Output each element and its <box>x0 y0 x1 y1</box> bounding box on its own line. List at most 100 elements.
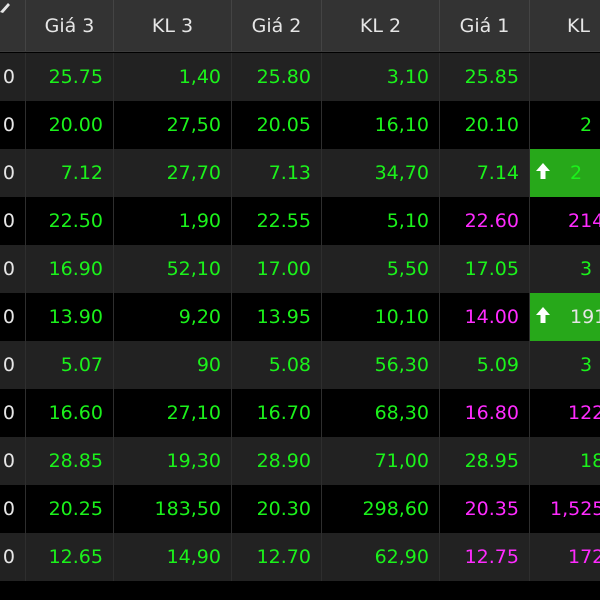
cell-kl2: 10,10 <box>322 293 440 341</box>
cell-kl2: 68,30 <box>322 389 440 437</box>
cell-prev-value: 0 <box>2 402 15 424</box>
column-header-prev <box>0 0 26 51</box>
cell-prev: 0 <box>0 485 26 533</box>
cell-kl1-value: 3 <box>580 354 593 376</box>
cell-gia3: 12.65 <box>26 533 114 581</box>
cell-kl1: 122 <box>530 389 600 437</box>
cell-gia2-value: 22.55 <box>256 210 311 232</box>
cell-gia2: 20.30 <box>232 485 322 533</box>
column-header-gia1[interactable]: Giá 1 <box>440 0 530 51</box>
cell-kl1-value: 191 <box>570 306 600 328</box>
column-header-gia2[interactable]: Giá 2 <box>232 0 322 51</box>
cell-gia1: 22.60 <box>440 197 530 245</box>
arrow-up-icon <box>534 161 554 183</box>
cell-gia3-value: 7.12 <box>60 162 103 184</box>
table-row[interactable]: 0 5.07 90 5.08 56,30 5.09 3 <box>0 341 600 389</box>
cell-gia3-value: 13.90 <box>48 306 103 328</box>
cell-kl3: 9,20 <box>114 293 232 341</box>
table-row[interactable]: 0 20.25 183,50 20.30 298,60 20.35 1,525 <box>0 485 600 533</box>
cell-kl2-value: 56,30 <box>374 354 429 376</box>
cell-gia3-value: 5.07 <box>60 354 103 376</box>
cell-gia2: 17.00 <box>232 245 322 293</box>
cell-gia3-value: 20.25 <box>48 498 103 520</box>
cell-prev: 0 <box>0 437 26 485</box>
cell-kl3: 52,10 <box>114 245 232 293</box>
cell-kl2: 62,90 <box>322 533 440 581</box>
table-row[interactable]: 0 20.00 27,50 20.05 16,10 20.10 2 <box>0 101 600 149</box>
cell-kl2: 34,70 <box>322 149 440 197</box>
cell-prev: 0 <box>0 293 26 341</box>
cell-kl2-value: 298,60 <box>362 498 429 520</box>
cell-prev: 0 <box>0 533 26 581</box>
cell-prev-value: 0 <box>2 450 15 472</box>
column-header-gia3[interactable]: Giá 3 <box>26 0 114 51</box>
cell-gia3: 7.12 <box>26 149 114 197</box>
cell-kl1-value: 3 <box>580 258 593 280</box>
cell-gia1-value: 25.85 <box>464 66 519 88</box>
table-row[interactable]: 0 22.50 1,90 22.55 5,10 22.60 214 <box>0 197 600 245</box>
cell-kl2: 71,00 <box>322 437 440 485</box>
cell-gia2: 22.55 <box>232 197 322 245</box>
cell-gia1: 7.14 <box>440 149 530 197</box>
cell-gia1-value: 5.09 <box>476 354 519 376</box>
cell-kl2-value: 68,30 <box>374 402 429 424</box>
cell-kl3: 183,50 <box>114 485 232 533</box>
cell-kl1-value: 1,525 <box>550 498 600 520</box>
table-row[interactable]: 0 7.12 27,70 7.13 34,70 7.14 2 <box>0 149 600 197</box>
cell-kl1-value: 2 <box>570 162 583 184</box>
cell-gia3: 16.60 <box>26 389 114 437</box>
cell-kl3-value: 1,40 <box>178 66 221 88</box>
cell-gia1-value: 14.00 <box>464 306 519 328</box>
cell-gia2-value: 25.80 <box>256 66 311 88</box>
cell-gia1-value: 20.10 <box>464 114 519 136</box>
cell-prev-value: 0 <box>2 546 15 568</box>
cell-kl3: 1,40 <box>114 53 232 101</box>
cell-kl2-value: 10,10 <box>374 306 429 328</box>
table-row[interactable]: 0 13.90 9,20 13.95 10,10 14.00 191 <box>0 293 600 341</box>
cell-gia2: 5.08 <box>232 341 322 389</box>
cell-gia1: 12.75 <box>440 533 530 581</box>
cell-gia3: 22.50 <box>26 197 114 245</box>
cell-kl2: 16,10 <box>322 101 440 149</box>
table-row[interactable]: 0 28.85 19,30 28.90 71,00 28.95 18 <box>0 437 600 485</box>
cell-kl3-value: 14,90 <box>166 546 221 568</box>
cell-kl1: 3 <box>530 245 600 293</box>
cell-kl1-value: 18 <box>580 450 600 472</box>
cell-prev: 0 <box>0 245 26 293</box>
cell-kl2-value: 3,10 <box>386 66 429 88</box>
table-row[interactable]: 0 12.65 14,90 12.70 62,90 12.75 172 <box>0 533 600 581</box>
cell-kl3: 27,70 <box>114 149 232 197</box>
cell-kl1: 2 <box>530 101 600 149</box>
cell-gia3: 5.07 <box>26 341 114 389</box>
cell-prev-value: 0 <box>2 354 15 376</box>
cell-gia3: 16.90 <box>26 245 114 293</box>
cell-gia3: 28.85 <box>26 437 114 485</box>
cell-kl3: 14,90 <box>114 533 232 581</box>
cell-kl1 <box>530 53 600 101</box>
cell-gia2: 20.05 <box>232 101 322 149</box>
cell-kl3: 1,90 <box>114 197 232 245</box>
table-row[interactable]: 0 25.75 1,40 25.80 3,10 25.85 <box>0 53 600 101</box>
cell-kl2-value: 16,10 <box>374 114 429 136</box>
cell-kl3-value: 27,10 <box>166 402 221 424</box>
cell-kl3: 90 <box>114 341 232 389</box>
cell-gia1: 25.85 <box>440 53 530 101</box>
cell-gia2-value: 20.05 <box>256 114 311 136</box>
cell-prev-value: 0 <box>2 114 15 136</box>
table-row[interactable]: 0 16.90 52,10 17.00 5,50 17.05 3 <box>0 245 600 293</box>
cell-prev-value: 0 <box>2 210 15 232</box>
cell-kl2: 3,10 <box>322 53 440 101</box>
cell-gia1-value: 7.14 <box>476 162 519 184</box>
column-header-kl3[interactable]: KL 3 <box>114 0 232 51</box>
cell-kl3: 19,30 <box>114 437 232 485</box>
cell-kl2-value: 5,50 <box>386 258 429 280</box>
cell-gia2-value: 12.70 <box>256 546 311 568</box>
cell-kl2: 5,10 <box>322 197 440 245</box>
cell-gia2: 16.70 <box>232 389 322 437</box>
cell-kl1: 172 <box>530 533 600 581</box>
column-header-kl2[interactable]: KL 2 <box>322 0 440 51</box>
cell-gia3: 13.90 <box>26 293 114 341</box>
cell-kl1-value: 172 <box>568 546 600 568</box>
table-row[interactable]: 0 16.60 27,10 16.70 68,30 16.80 122 <box>0 389 600 437</box>
column-header-kl1[interactable]: KL <box>530 0 600 51</box>
